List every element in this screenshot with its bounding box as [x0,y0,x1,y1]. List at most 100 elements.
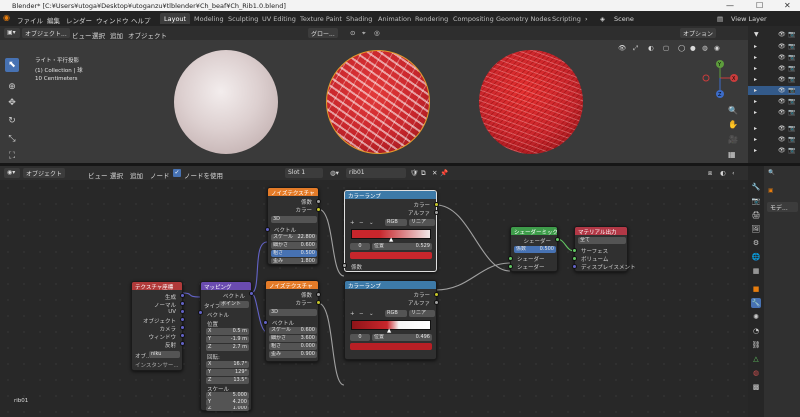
view-layer-tab-icon[interactable]: 🖼 [751,224,761,234]
tab-shading[interactable]: Shading [342,13,376,24]
outliner-row[interactable]: ▸ 👁 📷 [748,53,800,62]
detail-field[interactable]: 細かさ 3.600 [269,335,317,342]
tab-rendering[interactable]: Rendering [411,13,452,24]
gizmo-icon[interactable]: ⤢ [633,44,638,53]
shading-solid-icon[interactable]: ● [690,44,696,52]
rotation-x-field[interactable]: X 16.7° [206,361,249,368]
cursor-tool-icon[interactable]: ⊕ [5,80,19,94]
tab-layout[interactable]: Layout [160,13,191,24]
viewport-menu-object[interactable]: オブジェクト [128,30,167,40]
scale-z-field[interactable]: Z 1.000 [206,406,249,411]
stop-index-field[interactable]: 0 [350,334,370,341]
distortion-field[interactable]: 歪み 1.800 [271,258,317,264]
menu-window[interactable]: ウィンドウ [96,15,129,25]
node-menu-node[interactable]: ノード [150,170,170,180]
scale-y-field[interactable]: Y 4.200 [206,399,249,406]
socket-input[interactable] [508,256,513,261]
rotation-y-field[interactable]: Y 129° [206,369,249,376]
instancer-checkbox[interactable]: インスタンサー... [135,361,179,369]
tool-tab-icon[interactable]: 🔧 [751,182,761,192]
socket-output[interactable] [180,309,185,314]
menu-file[interactable]: ファイル [17,15,43,25]
color-mode-dropdown[interactable]: RGB [385,310,407,317]
socket-input[interactable] [572,264,577,269]
viewport-menu-select[interactable]: 選択 [92,30,105,40]
select-box-tool-icon[interactable]: ⬉ [5,58,19,72]
shading-rendered-icon[interactable]: ◉ [714,44,720,52]
blender-logo-icon[interactable]: ◉ [3,13,10,22]
maximize-icon[interactable]: ☐ [756,1,763,10]
tab-compositing[interactable]: Compositing [449,13,498,24]
transform-tool-icon[interactable]: ⛶ [5,149,19,163]
node-noise-texture-1[interactable]: ノイズテクスチャ 係数 カラー 3D ベクトル スケール 22.800 細かさ 0.… [267,187,319,265]
tab-animation[interactable]: Animation [374,13,415,24]
socket-output[interactable] [434,300,439,305]
stop-color-swatch[interactable] [350,343,432,350]
socket-output[interactable] [434,292,439,297]
visibility-icon[interactable]: 👁 [618,44,626,52]
add-modifier-dropdown[interactable]: モデ... [767,202,798,212]
node-texture-coordinate[interactable]: テクスチャ座標 生成 ノーマル UV オブジェクト カメラ ウィンドウ 反射 オ… [131,281,183,371]
options-dropdown[interactable]: オプション [680,28,717,38]
render-tab-icon[interactable]: 📷 [751,196,761,206]
node-mapping[interactable]: マッピング ベクトル タイプ ポイント ベクトル 位置 X 0.5 m Y -1.9… [200,281,252,411]
outliner-filter-row[interactable]: ▼ 👁 📷 [748,30,800,39]
tab-uv-editing[interactable]: UV Editing [258,13,300,24]
close-icon[interactable]: ✕ [784,1,791,10]
scale-field[interactable]: スケール 22.800 [271,234,317,241]
sphere-white[interactable] [174,50,278,154]
grid-icon[interactable]: ▦ [728,150,736,159]
zoom-icon[interactable]: 🔍 [728,106,738,115]
xray-icon[interactable]: ▢ [663,44,669,52]
proportional-icon[interactable]: ◎ [374,29,380,37]
stop-index-field[interactable]: 0 [350,243,370,250]
socket-output[interactable] [434,210,439,215]
object-field[interactable]: niku [149,351,180,358]
snap-node-icon[interactable]: ⧈ [708,169,712,178]
location-x-field[interactable]: X 0.5 m [206,328,249,335]
outliner-row[interactable]: ▸ 👁 📷 [748,108,800,117]
camera-icon[interactable]: 🎥 [728,135,738,144]
material-browse-icon[interactable]: ◍▾ [330,169,339,177]
scale-x-field[interactable]: X 5.000 [206,392,249,399]
constraints-tab-icon[interactable]: ⛓ [751,340,761,350]
viewport-menu-add[interactable]: 追加 [110,30,123,40]
node-header[interactable]: テクスチャ座標 [132,282,182,290]
ramp-menu-icon[interactable]: ⌄ [369,220,374,226]
socket-input[interactable] [572,248,577,253]
use-nodes-checkbox[interactable]: ✓ [173,169,181,177]
socket-input[interactable] [263,320,268,325]
output-tab-icon[interactable]: 🖨 [751,210,761,220]
mode-dropdown[interactable]: オブジェクト... [22,28,70,38]
node-color-ramp-2[interactable]: カラーランプ カラー アルファ + − ⌄ RGB リニア ▲ 0 位置 0.49… [344,280,437,360]
overlay-node-icon[interactable]: ◐ [720,169,726,177]
socket-output[interactable] [180,333,185,338]
remove-stop-icon[interactable]: − [359,311,364,317]
shading-wire-icon[interactable]: ◯ [678,44,685,52]
scene-tab-icon[interactable]: ⚙ [751,238,761,248]
socket-output[interactable] [555,237,560,242]
node-noise-texture-2[interactable]: ノイズテクスチャ 係数 カラー 3D ベクトル スケール 0.600 細かさ 3.6… [265,280,319,362]
socket-output[interactable] [180,301,185,306]
add-stop-icon[interactable]: + [350,311,355,317]
node-header[interactable]: ノイズテクスチャ [266,281,318,289]
rotate-tool-icon[interactable]: ↻ [5,114,19,128]
dimensions-dropdown[interactable]: 3D [271,216,317,223]
pin-icon[interactable]: 📌 [440,169,448,177]
node-header[interactable]: シェーダーミックス [511,227,557,235]
data-tab-icon[interactable]: △ [751,354,761,364]
transform-orientation-dropdown[interactable]: グロー... [308,28,338,38]
outliner-row[interactable]: ▸ 👁 📷 [748,97,800,106]
menu-edit[interactable]: 編集 [47,15,60,25]
slot-dropdown[interactable]: Slot 1 [285,168,323,178]
location-z-field[interactable]: Z 2.7 m [206,344,249,351]
tab-scripting[interactable]: Scripting [548,13,585,24]
object-tab-icon[interactable]: ■ [751,284,761,294]
socket-output[interactable] [316,207,321,212]
node-header[interactable]: カラーランプ [345,281,436,289]
tab-modeling[interactable]: Modeling [190,13,228,24]
navigation-gizmo[interactable]: X Y Z [698,56,742,106]
socket-input[interactable] [572,256,577,261]
socket-output[interactable] [434,202,439,207]
outliner-row-selected[interactable]: ▸ 👁 📷 [748,86,800,95]
